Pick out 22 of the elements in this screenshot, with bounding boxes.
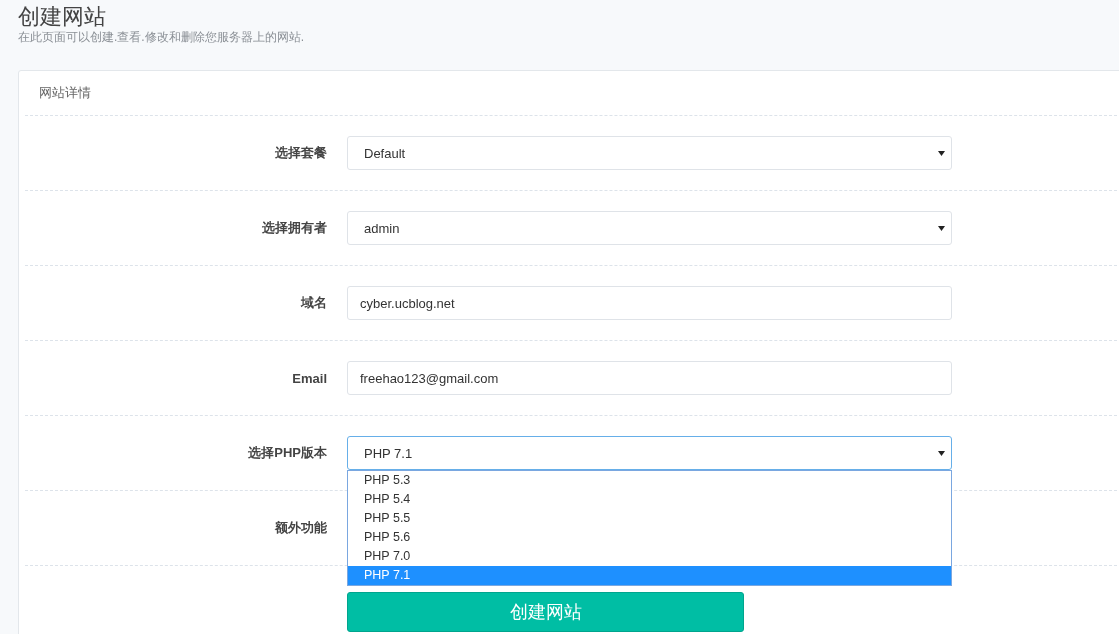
input-field[interactable]: freehao123@gmail.com [347, 361, 952, 395]
page-subtitle: 在此页面可以创建.查看.修改和删除您服务器上的网站. [18, 30, 305, 44]
input-field[interactable]: cyber.ucblog.net [347, 286, 952, 320]
caret-icon [938, 225, 945, 231]
dropdown-option[interactable]: PHP 5.5 [348, 509, 951, 528]
field-label: 选择拥有者 [261, 219, 327, 237]
caret-icon [938, 150, 945, 156]
field-label: 额外功能 [274, 519, 327, 537]
dropdown-field[interactable]: Default [347, 136, 952, 170]
field-label: 选择套餐 [274, 144, 327, 162]
dropdown-field[interactable]: admin [347, 211, 952, 245]
dropdown-option[interactable]: PHP 7.0 [348, 547, 951, 566]
dropdown-option[interactable]: PHP 5.3 [348, 471, 951, 490]
field-label: 选择PHP版本 [247, 444, 327, 462]
field-label: Email [291, 370, 327, 386]
card-title: 网站详情 [25, 71, 1119, 116]
field-label: 域名 [299, 294, 327, 312]
page-title: 创建网站 [18, 4, 107, 30]
dropdown-option[interactable]: PHP 5.6 [348, 528, 951, 547]
caret-icon [938, 450, 945, 456]
dropdown-option[interactable]: PHP 5.4 [348, 490, 951, 509]
dropdown-field[interactable]: PHP 7.1 [347, 436, 952, 470]
